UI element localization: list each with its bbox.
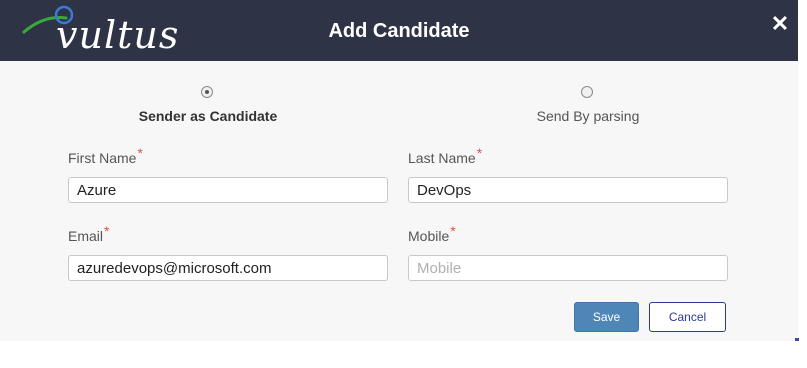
- radio-send-by-parsing[interactable]: [581, 86, 593, 98]
- radio-label-sender-as-candidate[interactable]: Sender as Candidate: [88, 107, 328, 125]
- last-name-label: Last Name*: [408, 145, 482, 167]
- email-label: Email*: [68, 223, 109, 245]
- cancel-button[interactable]: Cancel: [649, 302, 726, 332]
- required-asterisk: *: [104, 223, 110, 239]
- radio-selected-dot: [205, 90, 209, 94]
- radio-label-send-by-parsing[interactable]: Send By parsing: [468, 107, 708, 125]
- mobile-input[interactable]: [408, 255, 728, 281]
- required-asterisk: *: [137, 145, 143, 161]
- radio-sender-as-candidate[interactable]: [201, 86, 213, 98]
- mobile-label: Mobile*: [408, 223, 456, 245]
- required-asterisk: *: [450, 223, 456, 239]
- first-name-input[interactable]: [68, 177, 388, 203]
- email-input[interactable]: [68, 255, 388, 281]
- first-name-label-text: First Name: [68, 150, 137, 166]
- dialog-header: vultus Add Candidate ✕: [0, 0, 798, 61]
- close-icon[interactable]: ✕: [770, 12, 790, 36]
- save-button[interactable]: Save: [574, 302, 639, 332]
- mobile-label-text: Mobile: [408, 228, 450, 244]
- required-asterisk: *: [476, 145, 483, 161]
- add-candidate-dialog: vultus Add Candidate ✕ Sender as Candida…: [0, 0, 798, 341]
- email-label-text: Email: [68, 228, 104, 244]
- first-name-label: First Name*: [68, 145, 143, 167]
- dialog-title: Add Candidate: [328, 20, 470, 42]
- last-name-input[interactable]: [408, 177, 728, 203]
- last-name-label-text: Last Name: [408, 150, 476, 166]
- corner-mark: [795, 338, 799, 341]
